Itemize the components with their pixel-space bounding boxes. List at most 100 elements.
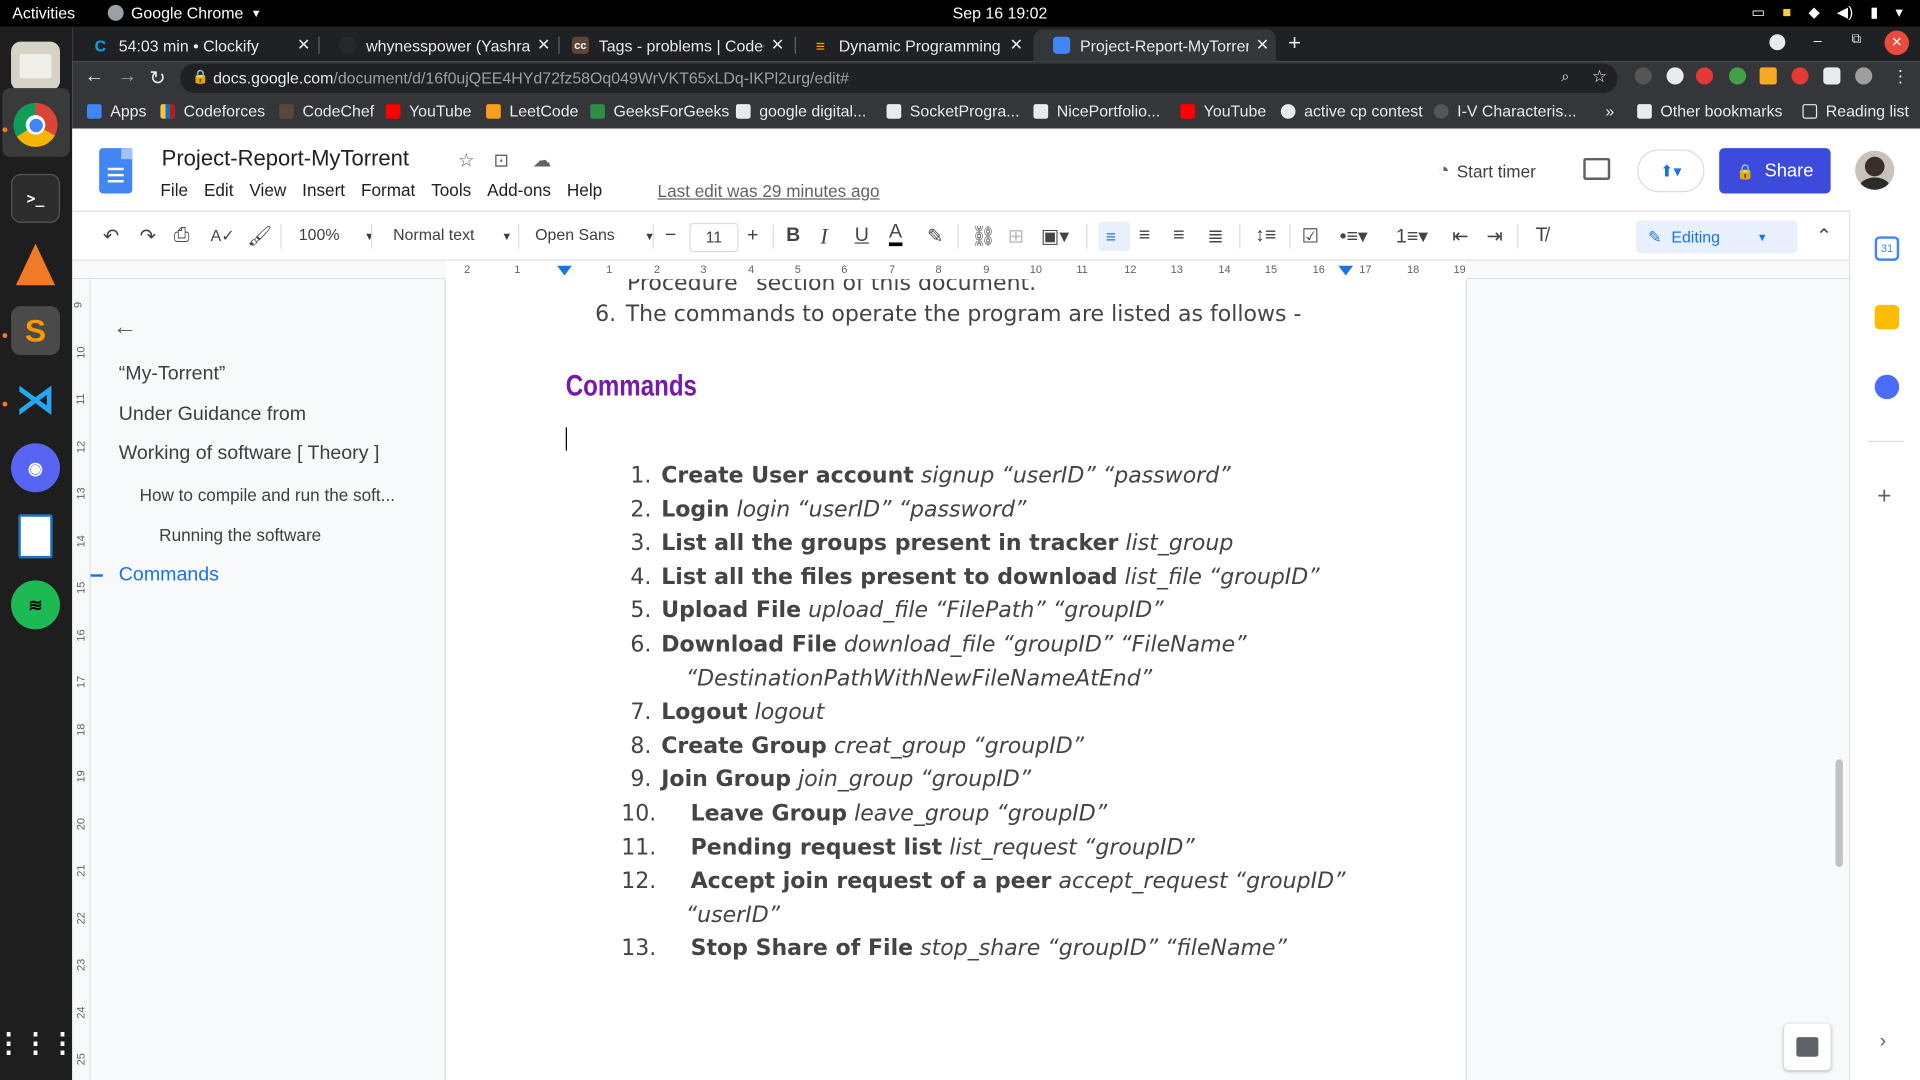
writer-icon[interactable] [11, 512, 60, 561]
clear-formatting-icon[interactable]: T̸ [1536, 222, 1548, 251]
sublime-text-icon[interactable]: S [11, 306, 61, 356]
profile-avatar[interactable] [1855, 67, 1873, 85]
vertical-ruler[interactable]: 9 10 11 12 13 14 15 16 17 18 19 20 21 22 23 24 25 [72, 279, 91, 1080]
tab-project-report[interactable]: Project-Report-MyTorrent ✕ [1033, 29, 1276, 62]
extension-icon[interactable] [1634, 67, 1652, 85]
tab-dynamic-programming[interactable]: ≡Dynamic Programming - S✕ [792, 29, 1030, 61]
bulleted-list-icon[interactable]: •≡▾ [1340, 222, 1368, 251]
font-size-input[interactable]: 11 [689, 222, 739, 253]
menu-add-ons[interactable]: Add-ons [487, 180, 558, 200]
outline-item[interactable]: Working of software [ Theory ] [119, 443, 380, 465]
checklist-icon[interactable]: ☑ [1302, 222, 1320, 251]
justify-icon[interactable]: ≣ [1207, 222, 1223, 251]
menu-tools[interactable]: Tools [431, 180, 478, 200]
bookmark-folder[interactable]: SocketProgra... [886, 102, 1020, 120]
outline-item[interactable]: Running the software [159, 525, 321, 545]
undo-icon[interactable]: ↶ [103, 222, 119, 251]
font-select[interactable]: Open Sans ▼ [535, 225, 655, 243]
style-select[interactable]: Normal text ▼ [393, 225, 512, 243]
close-tab-icon[interactable]: ✕ [1003, 36, 1030, 56]
activities-button[interactable]: Activities [12, 4, 75, 22]
indent-marker-icon[interactable] [557, 265, 572, 276]
decrease-indent-icon[interactable]: ⇤ [1452, 222, 1468, 251]
align-center-icon[interactable]: ≡ [1139, 222, 1150, 251]
calendar-icon[interactable]: 31 [1874, 236, 1900, 261]
italic-icon[interactable]: I [820, 222, 827, 251]
close-tab-icon[interactable]: ✕ [1249, 36, 1276, 56]
bookmark-youtube[interactable]: YouTube [1180, 102, 1266, 120]
align-left-icon[interactable]: ≡ [1098, 221, 1131, 252]
line-spacing-icon[interactable]: ↕≡ [1255, 222, 1276, 251]
address-bar[interactable]: 🔒 docs.google.com/document/d/16f0ujQEE4H… [180, 63, 1618, 94]
tasks-icon[interactable] [1874, 374, 1900, 400]
terminal-icon[interactable]: >_ [11, 173, 61, 223]
bookmark-leetcode[interactable]: LeetCode [486, 102, 578, 120]
menu-view[interactable]: View [249, 180, 293, 200]
tab-search-icon[interactable] [1769, 34, 1786, 51]
reload-icon[interactable]: ↻ [149, 66, 165, 90]
keep-icon[interactable] [1874, 304, 1900, 330]
insert-comment-icon[interactable]: ⊞ [1008, 222, 1024, 251]
files-icon[interactable] [11, 41, 61, 91]
scrollbar-thumb[interactable] [1835, 759, 1843, 867]
bookmark-codeforces[interactable]: Codeforces [160, 102, 265, 120]
insert-image-icon[interactable]: ▣▾ [1041, 222, 1069, 251]
extension-icon[interactable] [1728, 67, 1747, 85]
app-menu[interactable]: Google Chrome ▼ [107, 4, 262, 22]
horizontal-ruler[interactable]: 2 1 1 2 3 4 5 6 7 8 9 10 11 12 13 14 15 16 17 18 19 [72, 259, 1849, 280]
insert-link-icon[interactable]: ⛓ [971, 222, 996, 251]
system-tray[interactable]: ▭ ■ ◆ ◀) ▮ ▾ [1751, 4, 1902, 21]
star-icon[interactable]: ☆ [458, 149, 474, 172]
outline-item[interactable]: Under Guidance from [119, 404, 306, 426]
outline-item-active[interactable]: Commands [119, 564, 219, 586]
last-edit-link[interactable]: Last edit was 29 minutes ago [658, 181, 880, 201]
right-margin-marker-icon[interactable] [1338, 265, 1354, 276]
extension-icon[interactable] [1666, 67, 1684, 85]
bookmarks-overflow-button[interactable]: » [1605, 102, 1614, 120]
new-tab-button[interactable]: + [1288, 31, 1301, 57]
menu-insert[interactable]: Insert [302, 180, 352, 200]
spellcheck-icon[interactable]: A✓ [211, 222, 235, 251]
extensions-puzzle-icon[interactable] [1823, 67, 1841, 85]
paint-format-icon[interactable]: 🖌 [247, 222, 272, 251]
bookmark-youtube[interactable]: YouTube [385, 102, 472, 120]
account-avatar[interactable] [1855, 150, 1895, 190]
zoom-lens-icon[interactable]: ⌕ [1561, 67, 1569, 85]
zoom-select[interactable]: 100% ▼ [299, 225, 375, 243]
tab-codechef[interactable]: ccTags - problems | CodeCh✕ [552, 29, 791, 61]
show-apps-icon[interactable]: ⋮⋮⋮ [0, 1019, 76, 1068]
bookmark-iv-characteristics[interactable]: I-V Characteris... [1433, 102, 1577, 120]
menu-help[interactable]: Help [567, 180, 610, 200]
document-title[interactable]: Project-Report-MyTorrent [162, 146, 409, 172]
extension-icon[interactable] [1791, 67, 1809, 85]
forward-arrow-icon[interactable]: → [118, 66, 138, 88]
other-bookmarks[interactable]: Other bookmarks [1637, 102, 1783, 120]
move-folder-icon[interactable]: ⊡ [493, 149, 508, 172]
vscode-icon[interactable]: ⋊ [11, 375, 60, 424]
underline-icon[interactable]: U [855, 222, 869, 251]
bookmark-folder[interactable]: NicePortfolio... [1033, 102, 1160, 120]
menu-edit[interactable]: Edit [204, 180, 241, 200]
back-arrow-icon[interactable]: ← [84, 66, 104, 88]
bookmark-apps[interactable]: Apps [86, 102, 146, 120]
comment-history-icon[interactable] [1583, 157, 1611, 181]
show-side-panel-icon[interactable]: › [1880, 1031, 1887, 1053]
tab-github[interactable]: whynesspower (Yashraj S✕ [320, 29, 558, 61]
redo-icon[interactable]: ↷ [140, 222, 156, 251]
discord-icon[interactable]: ◉ [11, 443, 61, 493]
bookmark-star-icon[interactable]: ☆ [1592, 66, 1607, 87]
extension-icon[interactable] [1695, 67, 1714, 85]
collapse-toolbar-icon[interactable]: ⌃ [1816, 222, 1832, 251]
bold-icon[interactable]: B [786, 222, 800, 251]
tab-clockify[interactable]: C 54:03 min • Clockify ✕ [72, 29, 317, 61]
increase-indent-icon[interactable]: ⇥ [1487, 222, 1503, 251]
menu-format[interactable]: Format [361, 180, 423, 200]
share-button[interactable]: 🔒 Share [1719, 148, 1831, 194]
explore-button[interactable] [1784, 1023, 1831, 1071]
bookmark-codechef[interactable]: CodeChef [279, 102, 374, 120]
get-addons-icon[interactable]: + [1877, 482, 1891, 510]
back-arrow-icon[interactable]: ← [113, 313, 137, 341]
spotify-icon[interactable]: ≋ [11, 580, 61, 630]
cloud-saved-icon[interactable]: ☁ [533, 149, 551, 172]
close-tab-icon[interactable]: ✕ [764, 36, 791, 56]
